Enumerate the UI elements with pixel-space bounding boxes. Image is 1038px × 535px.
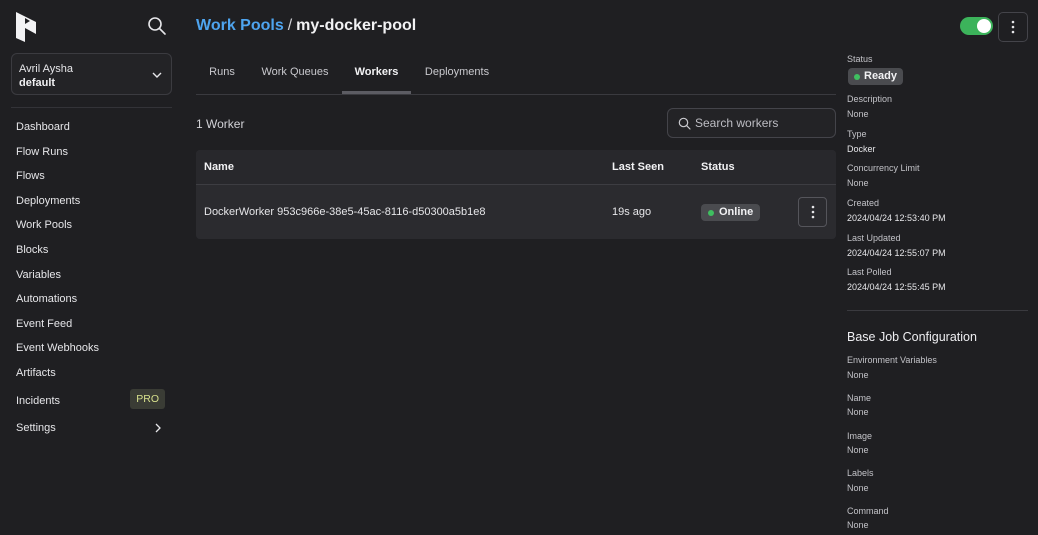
prefect-logo-icon[interactable] [16, 12, 36, 42]
sidebar-item-artifacts[interactable]: Artifacts [16, 365, 171, 390]
ready-dot-icon [854, 74, 860, 80]
tab-work-queues[interactable]: Work Queues [254, 55, 336, 94]
active-tab-indicator [342, 91, 411, 94]
workers-table: Name Last Seen Status DockerWorker 953c9… [196, 150, 836, 239]
job-name-label: Name [847, 393, 872, 403]
search-icon[interactable] [146, 15, 168, 37]
sidebar-item-label: Variables [16, 268, 62, 281]
page-title: my-docker-pool [296, 17, 417, 34]
env-vars-value: None [847, 370, 869, 380]
sidebar: Avril Aysha default Dashboard Flow Runs … [0, 0, 183, 535]
sidebar-item-blocks[interactable]: Blocks [16, 242, 171, 267]
ready-badge: Ready [848, 68, 904, 85]
command-value: None [847, 520, 869, 530]
ready-badge-label: Ready [864, 70, 898, 82]
sidebar-item-flow-runs[interactable]: Flow Runs [16, 144, 171, 169]
table-row: DockerWorker 953c966e-38e5-45ac-8116-d50… [196, 185, 836, 239]
sidebar-item-flows[interactable]: Flows [16, 168, 171, 193]
sidebar-item-incidents[interactable]: Incidents PRO [16, 388, 171, 418]
breadcrumb: Work Pools / my-docker-pool [196, 17, 416, 35]
sidebar-item-label: Event Feed [16, 317, 73, 330]
job-name-value: None [847, 407, 869, 417]
search-icon [678, 117, 691, 130]
sidebar-item-label: Automations [16, 293, 78, 306]
sidebar-divider [11, 107, 172, 108]
workspace-user: Avril Aysha [19, 63, 74, 75]
sidebar-item-event-feed[interactable]: Event Feed [16, 316, 171, 341]
column-header-status[interactable]: Status [701, 161, 735, 173]
column-header-name[interactable]: Name [204, 161, 234, 173]
last-updated-label: Last Updated [847, 233, 901, 243]
workspace-selector[interactable]: Avril Aysha default [11, 53, 172, 95]
work-pool-menu-button[interactable] [998, 12, 1028, 42]
app-root: Avril Aysha default Dashboard Flow Runs … [0, 0, 1038, 535]
sidebar-item-label: Dashboard [16, 121, 70, 133]
env-vars-label: Environment Variables [847, 355, 937, 365]
column-header-last-seen[interactable]: Last Seen [612, 161, 664, 173]
worker-count: 1 Worker [196, 117, 245, 131]
status-label: Status [847, 54, 873, 64]
labels-label: Labels [847, 468, 874, 478]
labels-value: None [847, 483, 869, 493]
row-menu-button[interactable] [798, 197, 827, 227]
breadcrumb-work-pools-link[interactable]: Work Pools [196, 17, 284, 34]
sidebar-item-label: Settings [16, 422, 56, 435]
created-label: Created [847, 198, 880, 208]
sidebar-item-work-pools[interactable]: Work Pools [16, 217, 171, 242]
tab-workers[interactable]: Workers [342, 55, 411, 94]
panel-divider [847, 310, 1028, 311]
sidebar-item-event-webhooks[interactable]: Event Webhooks [16, 340, 171, 365]
sidebar-item-label: Blocks [16, 243, 49, 256]
workspace-name: default [19, 77, 56, 89]
concurrency-limit-label: Concurrency Limit [847, 163, 920, 173]
sidebar-nav: Dashboard Flow Runs Flows Deployments Wo… [16, 119, 171, 445]
search-workers-field[interactable] [667, 108, 836, 138]
sidebar-item-deployments[interactable]: Deployments [16, 193, 171, 218]
online-dot-icon [708, 210, 714, 216]
sidebar-item-dashboard[interactable]: Dashboard [16, 119, 171, 144]
description-value: None [847, 109, 869, 119]
sidebar-item-label: Incidents [16, 394, 61, 407]
pro-badge: PRO [130, 388, 165, 409]
breadcrumb-separator: / [287, 17, 293, 34]
image-value: None [847, 445, 869, 455]
chevron-right-icon [155, 423, 161, 433]
last-polled-value: 2024/04/24 12:55:45 PM [847, 282, 946, 292]
sidebar-item-label: Work Pools [16, 219, 73, 232]
table-header: Name Last Seen Status [196, 150, 836, 185]
last-updated-value: 2024/04/24 12:55:07 PM [847, 248, 946, 258]
tab-runs[interactable]: Runs [196, 55, 248, 94]
work-pool-active-toggle[interactable] [960, 17, 993, 35]
last-polled-label: Last Polled [847, 267, 892, 277]
type-value: Docker [847, 144, 876, 154]
worker-name: DockerWorker 953c966e-38e5-45ac-8116-d50… [204, 206, 486, 218]
chevron-down-icon [152, 72, 162, 78]
sidebar-item-label: Deployments [16, 194, 81, 207]
tab-bar: Runs Work Queues Workers Deployments [196, 55, 836, 95]
type-label: Type [847, 129, 867, 139]
worker-last-seen: 19s ago [612, 206, 652, 218]
base-job-configuration-title: Base Job Configuration [847, 330, 977, 344]
concurrency-limit-value: None [847, 178, 869, 188]
status-badge: Online [701, 204, 761, 221]
sidebar-item-automations[interactable]: Automations [16, 291, 171, 316]
sidebar-item-label: Event Webhooks [16, 342, 99, 355]
toggle-knob [977, 19, 991, 33]
search-workers-input[interactable] [695, 109, 830, 137]
sidebar-item-variables[interactable]: Variables [16, 267, 171, 292]
command-label: Command [847, 506, 889, 516]
sidebar-item-label: Flow Runs [16, 145, 68, 158]
status-badge-label: Online [719, 206, 754, 218]
kebab-icon [1011, 20, 1015, 34]
sidebar-item-settings[interactable]: Settings [16, 420, 171, 445]
sidebar-item-label: Flows [16, 170, 45, 183]
tab-deployments[interactable]: Deployments [418, 55, 496, 94]
image-label: Image [847, 431, 873, 441]
kebab-icon [811, 205, 814, 219]
description-label: Description [847, 94, 893, 104]
sidebar-item-label: Artifacts [16, 366, 56, 379]
created-value: 2024/04/24 12:53:40 PM [847, 213, 946, 223]
